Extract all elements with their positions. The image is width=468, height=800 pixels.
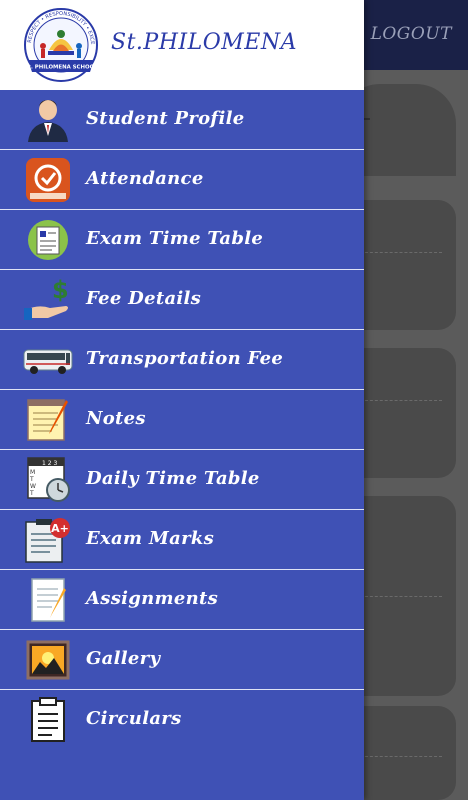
- menu-item-label: Exam Time Table: [86, 228, 264, 249]
- menu-item-student-profile[interactable]: Student Profile: [0, 90, 364, 150]
- svg-text:$: $: [52, 276, 69, 304]
- school-name: St.PHILOMENA: [111, 30, 297, 55]
- menu-item-assignments[interactable]: Assignments: [0, 570, 364, 630]
- menu-item-exam-marks[interactable]: A+ Exam Marks: [0, 510, 364, 570]
- bus-icon: [22, 336, 74, 384]
- svg-text:M: M: [30, 469, 35, 476]
- logo-banner-text: St. PHILOMENA SCHOOL: [24, 65, 98, 71]
- menu-item-gallery[interactable]: Gallery: [0, 630, 364, 690]
- menu-item-attendance[interactable]: Attendance: [0, 150, 364, 210]
- menu-item-label: Attendance: [86, 168, 204, 189]
- student-profile-icon: [22, 96, 74, 144]
- menu-item-label: Circulars: [86, 708, 182, 729]
- svg-text:1 2 3: 1 2 3: [42, 460, 57, 467]
- menu-item-exam-time-table[interactable]: Exam Time Table: [0, 210, 364, 270]
- navigation-drawer: RESPECT • RESPONSIBILITY • EXCELLENCE St…: [0, 0, 364, 800]
- svg-text:A+: A+: [51, 522, 69, 535]
- menu-item-transportation-fee[interactable]: Transportation Fee: [0, 330, 364, 390]
- menu-item-label: Exam Marks: [86, 528, 215, 549]
- menu-item-fee-details[interactable]: $ Fee Details: [0, 270, 364, 330]
- assignments-icon: [22, 576, 74, 624]
- menu-item-daily-time-table[interactable]: 1 2 3 M T W T Daily Time Table: [0, 450, 364, 510]
- menu-item-label: Student Profile: [86, 108, 245, 129]
- svg-text:W: W: [30, 483, 36, 490]
- menu-item-circulars[interactable]: Circulars: [0, 690, 364, 750]
- notes-icon: [22, 396, 74, 444]
- drawer-menu: Student Profile Attendance Exam Time Tab…: [0, 90, 364, 750]
- menu-item-label: Notes: [86, 408, 146, 429]
- fee-details-icon: $: [22, 276, 74, 324]
- gallery-icon: [22, 636, 74, 684]
- attendance-icon: [22, 156, 74, 204]
- daily-time-table-icon: 1 2 3 M T W T: [22, 456, 74, 504]
- menu-item-label: Assignments: [86, 588, 219, 609]
- menu-item-label: Gallery: [86, 648, 161, 669]
- menu-item-label: Daily Time Table: [86, 468, 260, 489]
- exam-marks-icon: A+: [22, 516, 74, 564]
- exam-time-table-icon: [22, 216, 74, 264]
- menu-item-label: Fee Details: [86, 288, 202, 309]
- svg-text:T: T: [29, 476, 34, 483]
- school-logo-icon: RESPECT • RESPONSIBILITY • EXCELLENCE St…: [22, 6, 98, 82]
- svg-text:T: T: [29, 490, 34, 497]
- logout-button[interactable]: LOGOUT: [371, 24, 452, 44]
- menu-item-label: Transportation Fee: [86, 348, 284, 369]
- caret: [364, 118, 370, 120]
- drawer-header: RESPECT • RESPONSIBILITY • EXCELLENCE St…: [0, 0, 364, 90]
- menu-item-notes[interactable]: Notes: [0, 390, 364, 450]
- circulars-icon: [22, 696, 74, 744]
